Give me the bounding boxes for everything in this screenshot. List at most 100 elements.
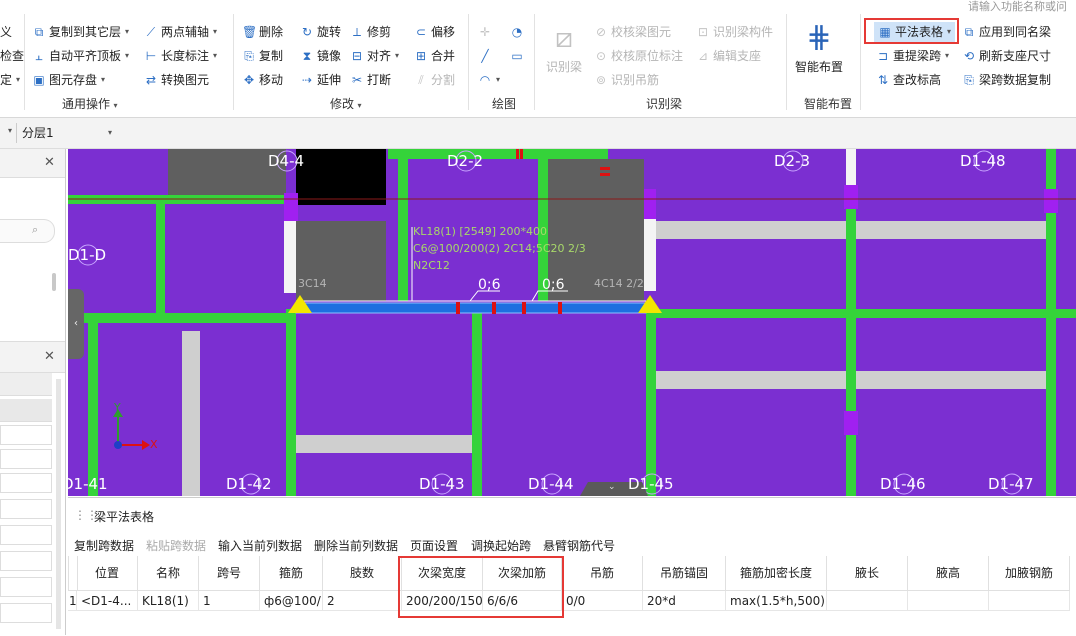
delete-column-data-button[interactable]: 删除当前列数据 [314, 537, 398, 554]
length-dimension-button[interactable]: ⊢ 长度标注 ▾ [144, 46, 217, 66]
floor-plan[interactable] [68, 149, 1076, 496]
drawing-canvas[interactable]: D4-4 D2-2 D2-3 D1-48 D1-D D1-42 D1-43 D1… [68, 149, 1076, 496]
extend-button[interactable]: ⇢ 延伸 [300, 70, 341, 90]
auto-level-slab-button[interactable]: ⫠ 自动平齐顶板 ▾ [32, 46, 129, 66]
property-field[interactable] [0, 577, 52, 597]
identify-beam-component-button[interactable]: ⊡ 识别梁构件 [696, 22, 773, 42]
copy-span-data-button[interactable]: ⎘ 梁跨数据复制 [962, 70, 1051, 90]
cut-menu-item-1[interactable]: 义 [0, 22, 12, 42]
col-header[interactable]: 吊筋锚固 [643, 556, 726, 591]
axis-label: D1-D [68, 246, 107, 264]
align-button[interactable]: ⊟ 对齐 ▾ [350, 46, 399, 66]
copy-to-other-layer-button[interactable]: ⧉ 复制到其它层 ▾ [32, 22, 129, 42]
table-cell[interactable]: 6/6/6 [483, 591, 562, 611]
search-input[interactable]: 请输入功能名称或问 [968, 0, 1076, 14]
table-cell[interactable]: 20*d [643, 591, 726, 611]
list-row[interactable] [0, 373, 52, 396]
scrollbar[interactable] [56, 379, 61, 629]
rotate-button[interactable]: ↻ 旋转 [300, 22, 341, 42]
rotate-point-icon: ◔ [511, 25, 523, 39]
convert-element-button[interactable]: ⇄ 转换图元 [144, 70, 209, 90]
property-field[interactable] [0, 551, 52, 571]
paste-span-data-button[interactable]: 粘贴跨数据 [146, 537, 206, 554]
axis-label: D4-4 [268, 152, 305, 170]
identify-hanger-button[interactable]: ⊚ 识别吊筋 [594, 70, 659, 90]
copy-button[interactable]: ⎘ 复制 [242, 46, 283, 66]
property-field[interactable] [0, 525, 52, 545]
move-button[interactable]: ✥ 移动 [242, 70, 283, 90]
flat-method-table-button[interactable]: ▦ 平法表格 ▾ [874, 22, 956, 42]
property-field[interactable] [0, 499, 52, 519]
two-point-axis-button[interactable]: ⟋ 两点辅轴 ▾ [144, 22, 217, 42]
break-button[interactable]: ✂ 打断 [350, 70, 391, 90]
arc-draw-button[interactable]: ◠ ▾ [478, 70, 500, 90]
table-cell[interactable] [989, 591, 1070, 611]
property-field[interactable] [0, 449, 52, 469]
table-cell[interactable] [827, 591, 908, 611]
col-header[interactable]: 名称 [138, 556, 199, 591]
check-original-annotation-button[interactable]: ⊙ 校核原位标注 [594, 46, 683, 66]
mirror-button[interactable]: ⧗ 镜像 [300, 46, 341, 66]
refresh-support-size-button[interactable]: ⟲ 刷新支座尺寸 [962, 46, 1051, 66]
table-cell[interactable]: KL18(1) [138, 591, 199, 611]
trim-button[interactable]: ⟂ 修剪 [350, 22, 391, 42]
dropdown-arrow-icon[interactable]: ▾ [8, 126, 12, 135]
identify-beam-button[interactable]: ⧄ 识别梁 [542, 18, 586, 80]
cut-menu-item-3[interactable]: 定 ▾ [0, 70, 20, 90]
col-header[interactable]: 次梁宽度 [402, 556, 483, 591]
table-cell[interactable]: 0/0 [562, 591, 643, 611]
table-cell[interactable]: max(1.5*h,500) [726, 591, 827, 611]
delete-button[interactable]: 🗑 删除 [242, 22, 283, 42]
re-extract-span-button[interactable]: ⊐ 重提梁跨 ▾ [876, 46, 949, 66]
scrollbar[interactable] [52, 273, 56, 291]
group-label-modify[interactable]: 修改 ▾ [330, 95, 362, 112]
col-header[interactable]: 腋长 [827, 556, 908, 591]
close-icon[interactable]: ✕ [44, 155, 55, 170]
col-header[interactable]: 腋高 [908, 556, 989, 591]
col-header[interactable]: 吊筋 [562, 556, 643, 591]
group-label-general[interactable]: 通用操作 ▾ [62, 95, 118, 112]
col-header[interactable]: 箍筋加密长度 [726, 556, 827, 591]
copy-span-data-button[interactable]: 复制跨数据 [74, 537, 134, 554]
cantilever-rebar-code-button[interactable]: 悬臂钢筋代号 [543, 537, 615, 554]
layer-select[interactable]: 分层1 ▾ [22, 124, 118, 142]
table-cell[interactable]: 1 [199, 591, 260, 611]
line-draw-button[interactable]: ╱ [478, 46, 492, 66]
split-button[interactable]: ⫽ 分割 [414, 70, 455, 90]
property-field[interactable] [0, 473, 52, 493]
check-beam-elements-button[interactable]: ⊘ 校核梁图元 [594, 22, 671, 42]
offset-button[interactable]: ⊂ 偏移 [414, 22, 455, 42]
edit-support-button[interactable]: ⊿ 编辑支座 [696, 46, 761, 66]
apply-icon: ⧉ [964, 25, 974, 39]
rotate-point-button[interactable]: ◔ [510, 22, 524, 42]
close-icon[interactable]: ✕ [44, 349, 55, 364]
table-cell[interactable] [908, 591, 989, 611]
swap-start-span-button[interactable]: 调换起始跨 [471, 537, 531, 554]
property-field[interactable] [0, 603, 52, 623]
rect-draw-button[interactable]: ▭ [510, 46, 524, 66]
table-cell[interactable]: 200/200/150 [402, 591, 483, 611]
search-input[interactable] [0, 219, 55, 243]
col-header[interactable]: 位置 [77, 556, 138, 591]
smart-layout-button[interactable]: ⋕ 智能布置 [793, 18, 845, 80]
table-cell[interactable]: <D1-4... [77, 591, 138, 611]
point-draw-button[interactable]: ✛ [478, 22, 492, 42]
col-header[interactable]: 箍筋 [260, 556, 323, 591]
table-cell[interactable]: ф6@100/... [260, 591, 323, 611]
col-header[interactable]: 肢数 [323, 556, 402, 591]
collapse-left-panel-handle[interactable]: ‹ [68, 289, 84, 359]
page-setup-button[interactable]: 页面设置 [410, 537, 458, 554]
check-elevation-button[interactable]: ⇅ 查改标高 [876, 70, 941, 90]
cut-menu-item-2[interactable]: 检查 [0, 46, 24, 66]
col-header[interactable]: 跨号 [199, 556, 260, 591]
merge-button[interactable]: ⊞ 合并 [414, 46, 455, 66]
table-cell[interactable]: 2 [323, 591, 402, 611]
list-row[interactable] [0, 399, 52, 422]
collapse-panel-icon[interactable]: ⌄ [608, 482, 616, 492]
save-element-button[interactable]: ▣ 图元存盘 ▾ [32, 70, 105, 90]
input-column-data-button[interactable]: 输入当前列数据 [218, 537, 302, 554]
property-field[interactable] [0, 425, 52, 445]
col-header[interactable]: 次梁加筋 [483, 556, 562, 591]
apply-same-name-beam-button[interactable]: ⧉ 应用到同名梁 [962, 22, 1051, 42]
col-header[interactable]: 加腋钢筋 [989, 556, 1070, 591]
